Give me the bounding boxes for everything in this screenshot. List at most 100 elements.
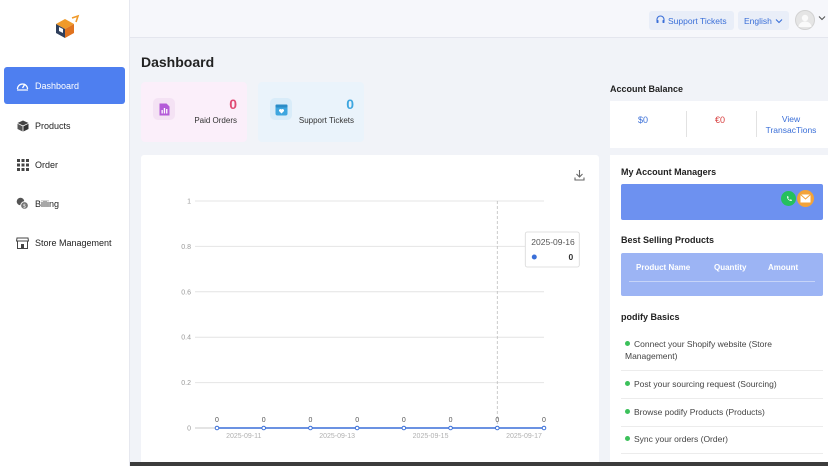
avatar[interactable] xyxy=(795,10,815,30)
divider xyxy=(621,426,823,427)
data-label: 0 xyxy=(542,417,546,424)
billing-coins-icon: $ xyxy=(16,197,29,210)
y-tick-label: 1 xyxy=(187,199,191,206)
sidebar-item-label: Products xyxy=(35,120,71,131)
headset-icon xyxy=(656,15,665,26)
data-label: 0 xyxy=(355,417,359,424)
usd-balance: $0 xyxy=(638,115,649,125)
whatsapp-icon[interactable] xyxy=(781,191,796,206)
divider xyxy=(621,453,823,454)
y-tick-label: 0.4 xyxy=(181,335,191,342)
y-tick-label: 0.8 xyxy=(181,244,191,251)
sidebar-item-store-management[interactable]: Store Management xyxy=(4,224,125,261)
status-dot xyxy=(625,381,630,386)
basics-item[interactable]: Post your sourcing request (Sourcing) xyxy=(625,378,823,390)
divider xyxy=(621,398,823,399)
sidebar-item-label: Store Management xyxy=(35,237,112,248)
data-label: 0 xyxy=(308,417,312,424)
data-point xyxy=(401,425,407,431)
sidebar-item-dashboard[interactable]: Dashboard xyxy=(4,67,125,104)
paid-orders-card[interactable]: 0 Paid Orders xyxy=(141,82,247,142)
podify-logo[interactable] xyxy=(50,14,80,40)
data-label: 0 xyxy=(495,417,499,424)
divider xyxy=(756,111,757,137)
data-label: 0 xyxy=(402,417,406,424)
data-point xyxy=(261,425,267,431)
paid-orders-count: 0 xyxy=(229,96,237,112)
basics-item[interactable]: Connect your Shopify website (Store Mana… xyxy=(625,338,823,362)
x-tick-label: 2025-09-15 xyxy=(413,433,449,440)
box-icon xyxy=(16,119,29,132)
view-transactions-link[interactable]: View TransacTions xyxy=(760,114,822,136)
orders-chart-panel: 0 0.2 0.4 0.6 0.8 1 2025-09-11 2025-09-13 2025-0… xyxy=(141,155,599,466)
tooltip-value: 0 xyxy=(569,252,574,262)
sidebar: Dashboard Products Order $ Billing Store… xyxy=(0,0,130,466)
column-header: Quantity xyxy=(714,263,747,272)
chevron-down-icon xyxy=(775,16,783,26)
data-point xyxy=(214,425,220,431)
support-tickets-card[interactable]: 0 Support Tickets xyxy=(258,82,364,142)
page-title: Dashboard xyxy=(141,54,215,70)
basics-item-label: Sync your orders (Order) xyxy=(634,434,728,444)
account-managers-title: My Account Managers xyxy=(621,167,717,177)
store-icon xyxy=(16,236,29,249)
ticket-icon xyxy=(270,98,292,120)
language-label: English xyxy=(744,15,772,26)
grid-icon xyxy=(16,158,29,171)
sidebar-item-order[interactable]: Order xyxy=(4,146,125,183)
y-tick-label: 0 xyxy=(187,426,191,433)
sidebar-item-billing[interactable]: $ Billing xyxy=(4,185,125,222)
x-tick-label: 2025-09-17 xyxy=(506,433,542,440)
top-bar: Support Tickets English xyxy=(130,0,828,38)
line-chart: 0 0.2 0.4 0.6 0.8 1 2025-09-11 2025-09-13 2025-0… xyxy=(181,199,580,440)
status-dot xyxy=(625,436,630,441)
tooltip-date: 2025-09-16 xyxy=(531,237,575,247)
basics-item-label: Post your sourcing request (Sourcing) xyxy=(634,379,777,389)
dashboard-gauge-icon xyxy=(16,79,29,92)
basics-item[interactable]: Sync your orders (Order) xyxy=(625,433,823,445)
eur-balance: €0 xyxy=(715,115,726,125)
y-tick-label: 0.2 xyxy=(181,380,191,387)
sidebar-item-label: Dashboard xyxy=(35,80,80,91)
status-dot xyxy=(625,341,630,346)
data-label: 0 xyxy=(449,417,453,424)
status-dot xyxy=(625,409,630,414)
divider xyxy=(621,370,823,371)
sidebar-item-label: Billing xyxy=(35,198,60,209)
best-selling-title: Best Selling Products xyxy=(621,235,715,245)
best-selling-table: Product Name Quantity Amount xyxy=(621,253,823,296)
support-tickets-button[interactable]: Support Tickets xyxy=(649,11,734,30)
podify-basics-title: podify Basics xyxy=(621,312,680,322)
data-label: 0 xyxy=(262,417,266,424)
account-balance-title: Account Balance xyxy=(610,84,684,94)
svg-text:$: $ xyxy=(23,204,26,210)
support-tickets-count: 0 xyxy=(346,96,354,112)
data-label: 0 xyxy=(215,417,219,424)
support-tickets-label: Support Tickets xyxy=(298,116,354,125)
orders-document-icon xyxy=(153,98,175,120)
data-point xyxy=(494,425,500,431)
table-divider xyxy=(629,281,815,282)
bottom-strip xyxy=(130,462,828,466)
divider xyxy=(686,111,687,137)
basics-item[interactable]: Browse podify Products (Products) xyxy=(625,406,823,418)
account-balance-box: $0 €0 View TransacTions xyxy=(610,101,828,148)
x-tick-label: 2025-09-11 xyxy=(226,433,261,440)
data-point xyxy=(308,425,313,431)
data-point xyxy=(448,425,453,431)
sidebar-item-products[interactable]: Products xyxy=(4,107,125,144)
sidebar-item-label: Order xyxy=(35,159,59,170)
data-point xyxy=(541,425,547,431)
data-point xyxy=(354,425,360,431)
y-tick-label: 0.6 xyxy=(181,289,191,296)
paid-orders-label: Paid Orders xyxy=(194,116,237,125)
language-select[interactable]: English xyxy=(738,11,789,30)
tooltip-marker xyxy=(531,254,537,260)
support-tickets-label: Support Tickets xyxy=(668,15,727,26)
email-icon[interactable] xyxy=(797,190,814,207)
column-header: Product Name xyxy=(636,263,691,272)
x-tick-label: 2025-09-13 xyxy=(319,433,355,440)
avatar-chevron-icon[interactable] xyxy=(818,14,826,23)
column-header: Amount xyxy=(768,263,799,272)
basics-item-label: Connect your Shopify website (Store Mana… xyxy=(625,339,772,361)
